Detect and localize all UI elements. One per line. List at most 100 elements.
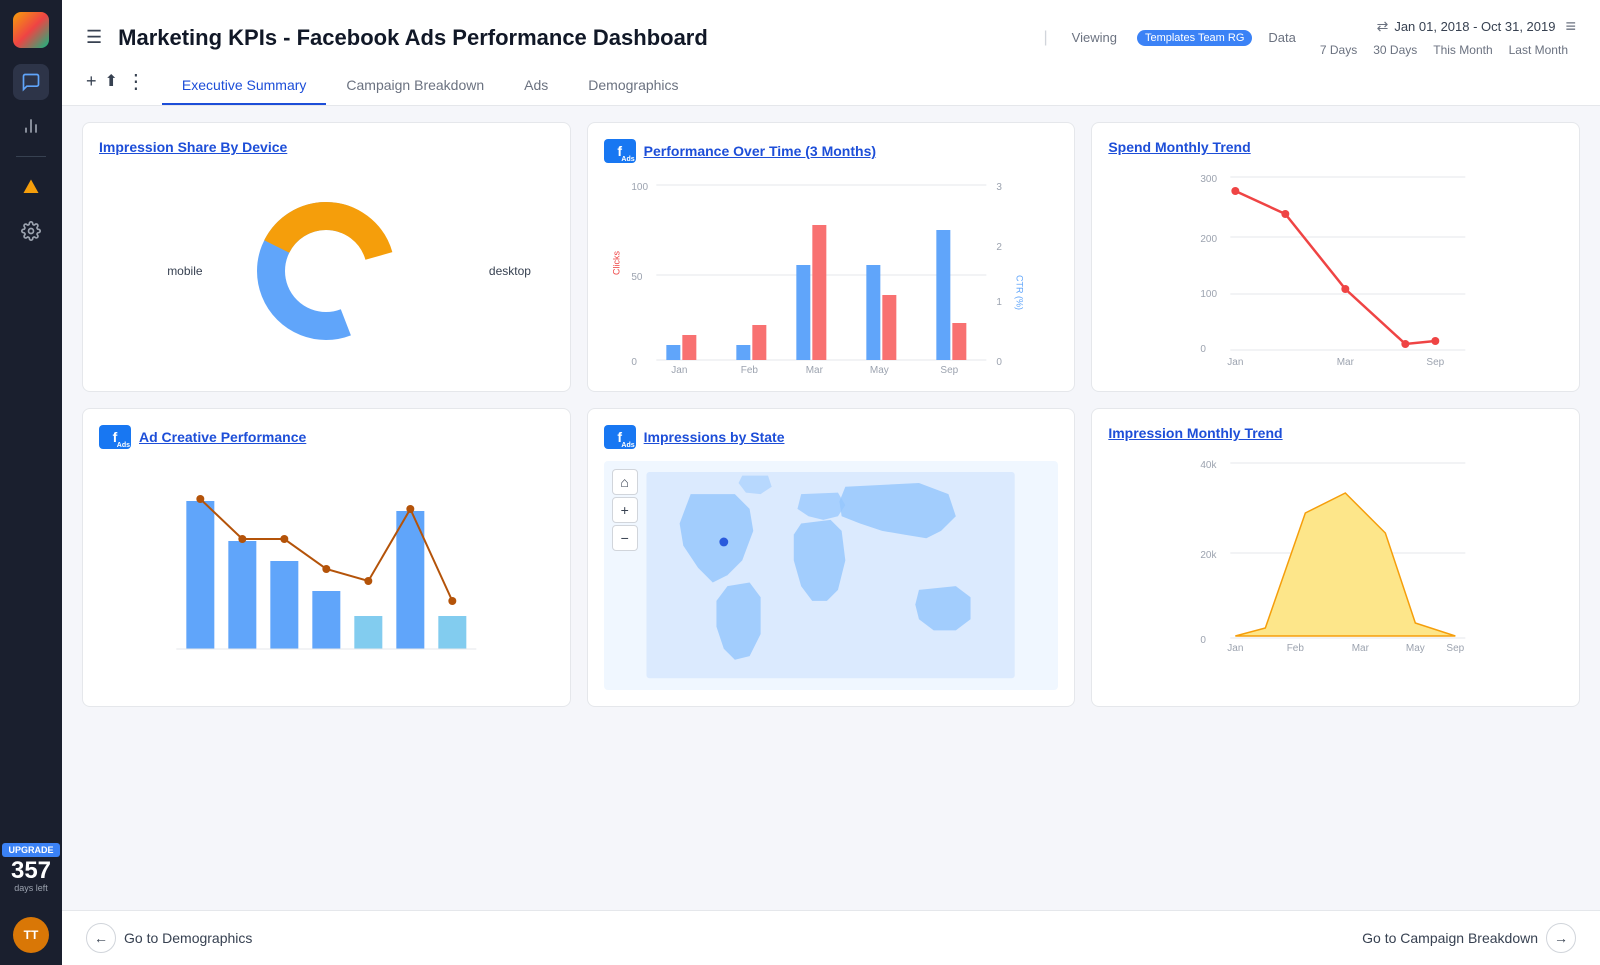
filter-icon[interactable]: ≡ [1565,16,1576,37]
chart-row-1: Impression Share By Device mobile deskto… [82,122,1580,392]
performance-over-time-card: f Ads Performance Over Time (3 Months) 1… [587,122,1076,392]
prev-arrow-icon: ← [94,930,108,946]
next-arrow-icon: → [1554,930,1568,946]
svg-text:Feb: Feb [740,365,758,376]
svg-text:40k: 40k [1201,460,1218,471]
donut-chart: mobile desktop [99,167,554,375]
sidebar: UPGRADE 357 days left TT [0,0,62,965]
chart-bar-icon[interactable] [13,108,49,144]
prev-arrow-circle[interactable]: ← [86,923,116,953]
app-logo[interactable] [13,12,49,48]
tab-executive-summary[interactable]: Executive Summary [162,67,326,105]
header-actions: + ⬆ ⋮ [86,69,146,94]
more-options-button[interactable]: ⋮ [126,69,146,94]
svg-text:3: 3 [996,182,1002,193]
chat-icon[interactable] [13,64,49,100]
next-nav-label: Go to Campaign Breakdown [1362,930,1538,946]
header-top: ☰ Marketing KPIs - Facebook Ads Performa… [86,16,1576,59]
svg-text:0: 0 [1201,344,1207,355]
tab-demographics[interactable]: Demographics [568,67,698,105]
impression-trend-svg: 40k 20k 0 Jan Feb Mar Ma [1108,453,1563,653]
svg-text:Jan: Jan [1228,357,1244,368]
impression-trend-title[interactable]: Impression Monthly Trend [1108,425,1563,441]
upgrade-badge[interactable]: UPGRADE [2,843,59,857]
avatar[interactable]: TT [13,917,49,953]
next-arrow-circle[interactable]: → [1546,923,1576,953]
donut-svg [246,191,406,351]
performance-title-row: f Ads Performance Over Time (3 Months) [604,139,1059,163]
ad-creative-title[interactable]: Ad Creative Performance [139,429,306,445]
tab-campaign-breakdown[interactable]: Campaign Breakdown [326,67,504,105]
spend-trend-title[interactable]: Spend Monthly Trend [1108,139,1563,155]
impressions-by-state-card: f Ads Impressions by State ⌂ + − [587,408,1076,707]
svg-text:Sep: Sep [1447,643,1465,654]
date-range-text: Jan 01, 2018 - Oct 31, 2019 [1394,19,1555,34]
svg-text:300: 300 [1201,174,1218,185]
svg-text:200: 200 [1201,234,1218,245]
svg-text:0: 0 [996,357,1002,368]
map-zoom-in-button[interactable]: + [612,497,638,523]
content-area: Impression Share By Device mobile deskto… [62,106,1600,910]
svg-text:Jan: Jan [1228,643,1244,654]
spend-trend-chart: 300 200 100 0 [1108,167,1563,375]
header: ☰ Marketing KPIs - Facebook Ads Performa… [62,0,1600,106]
map-controls: ⌂ + − [612,469,638,551]
impression-trend-chart: 40k 20k 0 Jan Feb Mar Ma [1108,453,1563,690]
page-title: Marketing KPIs - Facebook Ads Performanc… [118,25,1019,51]
main-content: ☰ Marketing KPIs - Facebook Ads Performa… [62,0,1600,965]
filter-last-month[interactable]: Last Month [1501,41,1576,59]
nav-footer: ← Go to Demographics Go to Campaign Brea… [62,910,1600,965]
settings-icon[interactable] [13,213,49,249]
ad-creative-svg [99,461,554,661]
date-range-icon: ⇄ [1377,18,1389,35]
chart-row-2: f Ads Ad Creative Performance [82,408,1580,707]
spend-monthly-trend-card: Spend Monthly Trend 300 200 100 0 [1091,122,1580,392]
viewing-label: Viewing [1072,30,1117,45]
days-left-label: days left [14,883,48,893]
filter-this-month[interactable]: This Month [1425,41,1500,59]
impressions-state-title[interactable]: Impressions by State [644,429,785,445]
fb-ads-icon: f Ads [604,139,636,163]
map-svg [626,472,1035,678]
export-button[interactable]: ⬆ [105,71,118,91]
quick-filter-row: 7 Days 30 Days This Month Last Month [1312,41,1576,59]
prev-nav-button[interactable]: ← Go to Demographics [86,923,252,953]
impression-share-card: Impression Share By Device mobile deskto… [82,122,571,392]
triangle-icon[interactable] [13,169,49,205]
prev-nav-label: Go to Demographics [124,930,252,946]
impression-monthly-trend-card: Impression Monthly Trend 40k 20k 0 [1091,408,1580,707]
ad-creative-title-row: f Ads Ad Creative Performance [99,425,554,449]
svg-text:May: May [870,365,889,376]
filter-7days[interactable]: 7 Days [1312,41,1365,59]
map-home-button[interactable]: ⌂ [612,469,638,495]
svg-text:50: 50 [631,272,643,283]
next-nav-button[interactable]: Go to Campaign Breakdown → [1362,923,1576,953]
performance-title[interactable]: Performance Over Time (3 Months) [644,143,876,159]
add-button[interactable]: + [86,71,97,92]
tab-ads[interactable]: Ads [504,67,568,105]
ad-creative-card: f Ads Ad Creative Performance [82,408,571,707]
sidebar-divider [16,156,46,157]
svg-text:Sep: Sep [1427,357,1445,368]
title-separator: | [1044,29,1048,47]
date-controls-section: ⇄ Jan 01, 2018 - Oct 31, 2019 ≡ 7 Days 3… [1312,16,1576,59]
svg-text:CTR (%): CTR (%) [1014,275,1024,310]
svg-text:0: 0 [1201,635,1207,646]
mobile-label: mobile [167,264,202,278]
menu-button[interactable]: ☰ [86,27,102,48]
svg-text:0: 0 [631,357,637,368]
svg-text:May: May [1406,643,1425,654]
template-badge[interactable]: Templates Team RG [1137,30,1252,46]
svg-text:Mar: Mar [805,365,823,376]
map-zoom-out-button[interactable]: − [612,525,638,551]
svg-text:Feb: Feb [1287,643,1305,654]
days-left-number: 357 [11,859,51,883]
svg-text:100: 100 [1201,289,1218,300]
svg-text:1: 1 [996,297,1002,308]
fb-ads-icon-2: f Ads [99,425,131,449]
svg-text:Mar: Mar [1337,357,1355,368]
impression-share-title[interactable]: Impression Share By Device [99,139,554,155]
svg-text:Jan: Jan [671,365,687,376]
data-link[interactable]: Data [1268,30,1295,45]
filter-30days[interactable]: 30 Days [1365,41,1425,59]
